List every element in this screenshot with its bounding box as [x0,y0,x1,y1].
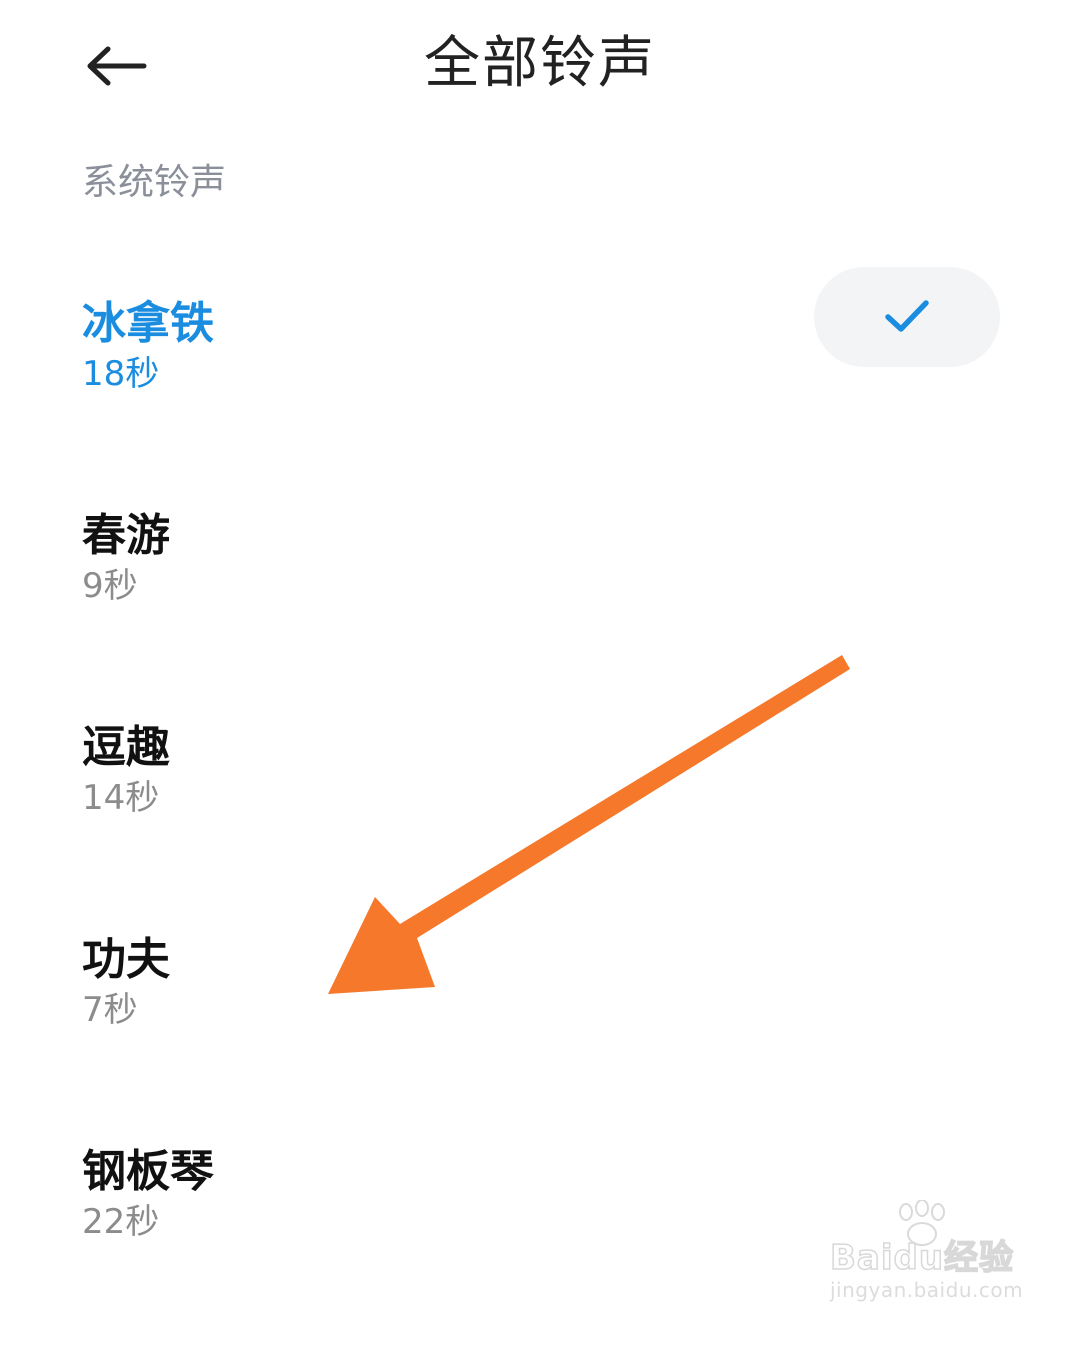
ringtone-item-douqu[interactable]: 逗趣 14秒 [0,718,1080,930]
ringtone-name: 钢板琴 [82,1146,214,1197]
checkmark-icon [885,300,929,332]
section-title: 系统铃声 [82,162,227,203]
header: 全部铃声 [0,0,1080,130]
ringtone-name: 逗趣 [82,722,170,773]
ringtone-duration: 14秒 [82,778,160,818]
ringtone-item-chunyou[interactable]: 春游 9秒 [0,506,1080,718]
ringtone-duration: 9秒 [82,566,138,606]
ringtone-duration: 18秒 [82,354,160,394]
ringtone-item-gangbanqin[interactable]: 钢板琴 22秒 [0,1142,1080,1354]
ringtone-duration: 7秒 [82,990,138,1030]
ringtone-name: 功夫 [82,934,170,985]
page-title: 全部铃声 [424,31,656,96]
ringtone-name: 春游 [82,510,170,561]
ringtone-name: 冰拿铁 [82,298,214,349]
ringtone-duration: 22秒 [82,1202,160,1242]
selected-check-button[interactable] [814,267,1000,367]
ringtone-item-gongfu[interactable]: 功夫 7秒 [0,930,1080,1142]
ringtone-item-bingnatie[interactable]: 冰拿铁 18秒 [0,267,1080,506]
